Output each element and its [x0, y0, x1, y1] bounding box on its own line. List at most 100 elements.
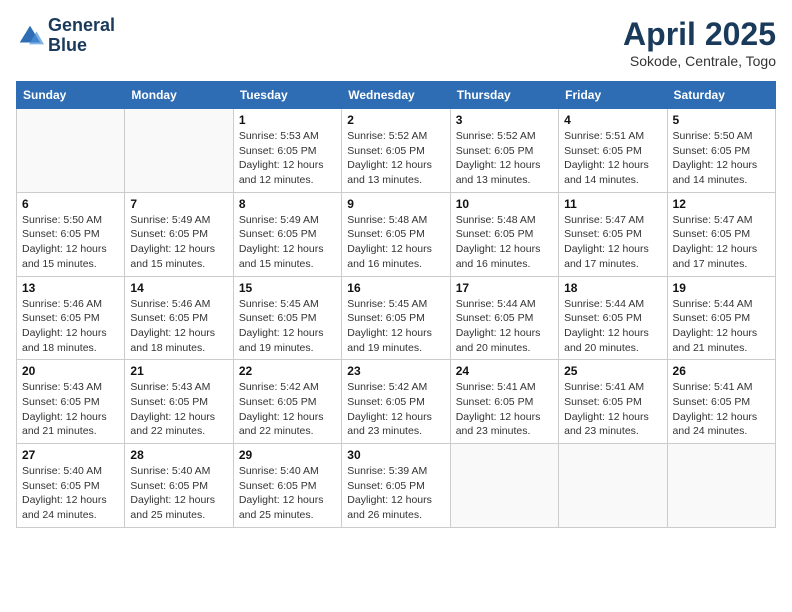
- day-info: Sunrise: 5:40 AM Sunset: 6:05 PM Dayligh…: [239, 464, 336, 523]
- calendar-cell: 18 Sunrise: 5:44 AM Sunset: 6:05 PM Dayli…: [559, 276, 667, 360]
- day-number: 11: [564, 197, 661, 211]
- day-number: 10: [456, 197, 553, 211]
- weekday-header: Thursday: [450, 82, 558, 109]
- day-number: 26: [673, 364, 770, 378]
- calendar-cell: 12 Sunrise: 5:47 AM Sunset: 6:05 PM Dayli…: [667, 192, 775, 276]
- day-number: 28: [130, 448, 227, 462]
- calendar-cell: 1Sunrise: 5:53 AM Sunset: 6:05 PM Daylig…: [233, 109, 341, 193]
- weekday-header: Sunday: [17, 82, 125, 109]
- calendar-cell: 17Sunrise: 5:44 AM Sunset: 6:05 PM Dayli…: [450, 276, 558, 360]
- day-info: Sunrise: 5:41 AM Sunset: 6:05 PM Dayligh…: [456, 380, 553, 439]
- day-number: 13: [22, 281, 119, 295]
- day-info: Sunrise: 5:52 AM Sunset: 6:05 PM Dayligh…: [347, 129, 444, 188]
- calendar-cell: 13 Sunrise: 5:46 AM Sunset: 6:05 PM Dayli…: [17, 276, 125, 360]
- day-info: Sunrise: 5:52 AM Sunset: 6:05 PM Dayligh…: [456, 129, 553, 188]
- calendar-cell: [125, 109, 233, 193]
- calendar-cell: 19 Sunrise: 5:44 AM Sunset: 6:05 PM Dayli…: [667, 276, 775, 360]
- day-number: 12: [673, 197, 770, 211]
- day-info: Sunrise: 5:45 AM Sunset: 6:05 PM Dayligh…: [347, 297, 444, 356]
- day-info: Sunrise: 5:39 AM Sunset: 6:05 PM Dayligh…: [347, 464, 444, 523]
- day-number: 1: [239, 113, 336, 127]
- calendar-cell: 4 Sunrise: 5:51 AM Sunset: 6:05 PM Daylig…: [559, 109, 667, 193]
- day-info: Sunrise: 5:51 AM Sunset: 6:05 PM Dayligh…: [564, 129, 661, 188]
- day-number: 23: [347, 364, 444, 378]
- day-info: Sunrise: 5:42 AM Sunset: 6:05 PM Dayligh…: [239, 380, 336, 439]
- weekday-header: Friday: [559, 82, 667, 109]
- day-info: Sunrise: 5:50 AM Sunset: 6:05 PM Dayligh…: [22, 213, 119, 272]
- weekday-header: Saturday: [667, 82, 775, 109]
- calendar-cell: [17, 109, 125, 193]
- day-number: 5: [673, 113, 770, 127]
- logo-text: General Blue: [48, 16, 115, 56]
- day-info: Sunrise: 5:49 AM Sunset: 6:05 PM Dayligh…: [130, 213, 227, 272]
- calendar-cell: 15Sunrise: 5:45 AM Sunset: 6:05 PM Dayli…: [233, 276, 341, 360]
- calendar-cell: 30 Sunrise: 5:39 AM Sunset: 6:05 PM Dayli…: [342, 444, 450, 528]
- calendar-cell: 3Sunrise: 5:52 AM Sunset: 6:05 PM Daylig…: [450, 109, 558, 193]
- day-info: Sunrise: 5:44 AM Sunset: 6:05 PM Dayligh…: [673, 297, 770, 356]
- day-info: Sunrise: 5:41 AM Sunset: 6:05 PM Dayligh…: [564, 380, 661, 439]
- calendar-cell: 7 Sunrise: 5:49 AM Sunset: 6:05 PM Daylig…: [125, 192, 233, 276]
- calendar-week-row: 1Sunrise: 5:53 AM Sunset: 6:05 PM Daylig…: [17, 109, 776, 193]
- calendar-cell: 6 Sunrise: 5:50 AM Sunset: 6:05 PM Daylig…: [17, 192, 125, 276]
- day-info: Sunrise: 5:50 AM Sunset: 6:05 PM Dayligh…: [673, 129, 770, 188]
- title-block: April 2025 Sokode, Centrale, Togo: [623, 16, 776, 69]
- day-number: 21: [130, 364, 227, 378]
- day-info: Sunrise: 5:46 AM Sunset: 6:05 PM Dayligh…: [130, 297, 227, 356]
- calendar-week-row: 27Sunrise: 5:40 AM Sunset: 6:05 PM Dayli…: [17, 444, 776, 528]
- day-info: Sunrise: 5:41 AM Sunset: 6:05 PM Dayligh…: [673, 380, 770, 439]
- calendar-cell: 5 Sunrise: 5:50 AM Sunset: 6:05 PM Daylig…: [667, 109, 775, 193]
- calendar-cell: 10 Sunrise: 5:48 AM Sunset: 6:05 PM Dayli…: [450, 192, 558, 276]
- day-number: 16: [347, 281, 444, 295]
- weekday-header: Tuesday: [233, 82, 341, 109]
- day-info: Sunrise: 5:47 AM Sunset: 6:05 PM Dayligh…: [564, 213, 661, 272]
- day-number: 9: [347, 197, 444, 211]
- day-number: 18: [564, 281, 661, 295]
- day-info: Sunrise: 5:40 AM Sunset: 6:05 PM Dayligh…: [22, 464, 119, 523]
- logo: General Blue: [16, 16, 115, 56]
- day-number: 6: [22, 197, 119, 211]
- calendar-cell: [559, 444, 667, 528]
- calendar-cell: 21Sunrise: 5:43 AM Sunset: 6:05 PM Dayli…: [125, 360, 233, 444]
- day-number: 30: [347, 448, 444, 462]
- calendar-week-row: 6 Sunrise: 5:50 AM Sunset: 6:05 PM Daylig…: [17, 192, 776, 276]
- day-number: 17: [456, 281, 553, 295]
- day-number: 8: [239, 197, 336, 211]
- day-info: Sunrise: 5:42 AM Sunset: 6:05 PM Dayligh…: [347, 380, 444, 439]
- location-subtitle: Sokode, Centrale, Togo: [623, 53, 776, 69]
- day-number: 4: [564, 113, 661, 127]
- day-number: 29: [239, 448, 336, 462]
- day-number: 19: [673, 281, 770, 295]
- day-number: 20: [22, 364, 119, 378]
- page-header: General Blue April 2025 Sokode, Centrale…: [16, 16, 776, 69]
- calendar-cell: 23 Sunrise: 5:42 AM Sunset: 6:05 PM Dayli…: [342, 360, 450, 444]
- day-number: 25: [564, 364, 661, 378]
- calendar-cell: 11 Sunrise: 5:47 AM Sunset: 6:05 PM Dayli…: [559, 192, 667, 276]
- calendar-cell: 14 Sunrise: 5:46 AM Sunset: 6:05 PM Dayli…: [125, 276, 233, 360]
- weekday-header: Wednesday: [342, 82, 450, 109]
- day-number: 7: [130, 197, 227, 211]
- day-info: Sunrise: 5:48 AM Sunset: 6:05 PM Dayligh…: [456, 213, 553, 272]
- calendar-cell: 27Sunrise: 5:40 AM Sunset: 6:05 PM Dayli…: [17, 444, 125, 528]
- calendar-cell: 16 Sunrise: 5:45 AM Sunset: 6:05 PM Dayli…: [342, 276, 450, 360]
- month-year-title: April 2025: [623, 16, 776, 53]
- day-info: Sunrise: 5:45 AM Sunset: 6:05 PM Dayligh…: [239, 297, 336, 356]
- calendar-week-row: 13 Sunrise: 5:46 AM Sunset: 6:05 PM Dayli…: [17, 276, 776, 360]
- calendar-table: SundayMondayTuesdayWednesdayThursdayFrid…: [16, 81, 776, 528]
- calendar-cell: 26 Sunrise: 5:41 AM Sunset: 6:05 PM Dayli…: [667, 360, 775, 444]
- day-info: Sunrise: 5:47 AM Sunset: 6:05 PM Dayligh…: [673, 213, 770, 272]
- calendar-cell: 29 Sunrise: 5:40 AM Sunset: 6:05 PM Dayli…: [233, 444, 341, 528]
- day-number: 14: [130, 281, 227, 295]
- day-info: Sunrise: 5:43 AM Sunset: 6:05 PM Dayligh…: [22, 380, 119, 439]
- day-number: 24: [456, 364, 553, 378]
- calendar-cell: 22Sunrise: 5:42 AM Sunset: 6:05 PM Dayli…: [233, 360, 341, 444]
- calendar-cell: [450, 444, 558, 528]
- day-info: Sunrise: 5:44 AM Sunset: 6:05 PM Dayligh…: [564, 297, 661, 356]
- day-info: Sunrise: 5:49 AM Sunset: 6:05 PM Dayligh…: [239, 213, 336, 272]
- calendar-header-row: SundayMondayTuesdayWednesdayThursdayFrid…: [17, 82, 776, 109]
- day-info: Sunrise: 5:40 AM Sunset: 6:05 PM Dayligh…: [130, 464, 227, 523]
- calendar-cell: 25 Sunrise: 5:41 AM Sunset: 6:05 PM Dayli…: [559, 360, 667, 444]
- calendar-cell: [667, 444, 775, 528]
- day-info: Sunrise: 5:46 AM Sunset: 6:05 PM Dayligh…: [22, 297, 119, 356]
- calendar-cell: 20 Sunrise: 5:43 AM Sunset: 6:05 PM Dayli…: [17, 360, 125, 444]
- calendar-cell: 9Sunrise: 5:48 AM Sunset: 6:05 PM Daylig…: [342, 192, 450, 276]
